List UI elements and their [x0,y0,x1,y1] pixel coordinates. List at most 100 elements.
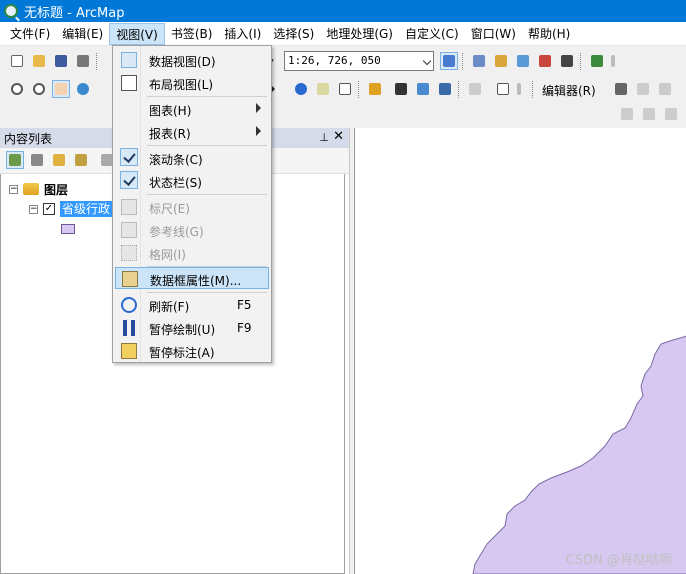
menu-item-pause-labeling[interactable]: 暂停标注(A) [115,340,269,362]
edit-tool-icon[interactable] [612,80,630,98]
province-polygon[interactable] [472,335,686,574]
identify-icon[interactable] [292,80,310,98]
modelbuilder-icon[interactable] [588,52,606,70]
menu-separator [147,145,267,146]
menu-insert[interactable]: 插入(I) [218,23,267,45]
submenu-arrow-icon [256,126,261,136]
checkmark-icon [120,171,138,189]
toolbar-options-icon[interactable] [514,80,524,98]
view-menu-dropdown: 数据视图(D) 布局视图(L) 图表(H) 报表(R) 滚动条(C) 状态栏(S… [112,45,272,363]
menu-item-graphs[interactable]: 图表(H) [115,98,269,120]
toolbar-separator [96,53,97,70]
pause-drawing-icon [123,320,135,336]
toc-title: 内容列表 [4,131,53,146]
toolbar-separator [580,53,581,70]
save-icon[interactable] [52,52,70,70]
map-scale-field[interactable]: 1:26, 726, 050 [284,51,434,71]
straight-segment-icon [656,80,674,98]
new-document-icon[interactable] [8,52,26,70]
menu-item-scrollbars[interactable]: 滚动条(C) [115,147,269,169]
list-by-selection-icon[interactable] [72,151,90,169]
title-bar: 无标题 - ArcMap [0,0,686,22]
create-viewer-window-icon[interactable] [494,80,512,98]
menu-item-grid: 格网(I) [115,242,269,264]
print-icon[interactable] [74,52,92,70]
collapse-toggle[interactable]: − [9,184,18,194]
menu-separator [147,292,267,293]
menu-item-guides: 参考线(G) [115,219,269,241]
data-frame-label[interactable]: 图层 [44,181,68,198]
grid-icon [121,245,137,261]
menu-file[interactable]: 文件(F) [4,23,56,45]
pan-hand-icon[interactable] [52,80,70,98]
menu-item-reports[interactable]: 报表(R) [115,121,269,143]
map-canvas[interactable] [355,128,686,574]
catalog-icon[interactable] [492,52,510,70]
find-route-icon[interactable] [414,80,432,98]
menu-item-layout-view[interactable]: 布局视图(L) [115,72,269,94]
menu-item-label: 暂停标注(A) [149,346,215,360]
layer-name[interactable]: 省级行政 [60,201,113,217]
watermark: CSDN @肖哒哒啊 [565,553,672,568]
menu-item-data-view[interactable]: 数据视图(D) [115,49,269,71]
data-view-icon [121,52,137,68]
close-icon[interactable]: ✕ [333,129,344,144]
list-by-source-icon[interactable] [28,151,46,169]
map-display[interactable]: CSDN @肖哒哒啊 [354,128,686,574]
layers-icon [23,183,39,195]
html-popup-icon[interactable] [336,80,354,98]
menu-help[interactable]: 帮助(H) [522,23,576,45]
time-slider-icon[interactable] [466,80,484,98]
layer-visibility-checkbox[interactable]: ✓ [43,203,55,215]
collapse-toggle[interactable]: − [29,204,38,214]
toolbar-options-icon[interactable] [608,52,618,70]
python-window-icon[interactable] [558,52,576,70]
menu-customize[interactable]: 自定义(C) [399,23,465,45]
menu-item-pause-drawing[interactable]: 暂停绘制(U) F9 [115,317,269,339]
tools-toolbar: 编辑器(R) [0,75,686,103]
menu-item-label: 参考线(G) [149,225,204,239]
zoom-out-icon[interactable] [30,80,48,98]
menu-view[interactable]: 视图(V) [109,22,165,45]
search-window-icon[interactable] [514,52,532,70]
editor-toolbar-icon[interactable] [440,52,458,70]
find-icon[interactable] [392,80,410,98]
menu-geoprocessing[interactable]: 地理处理(G) [320,23,399,45]
menu-item-status-bar[interactable]: 状态栏(S) [115,170,269,192]
menu-item-label: 状态栏(S) [149,176,202,190]
list-by-visibility-icon[interactable] [50,151,68,169]
go-to-xy-icon[interactable] [436,80,454,98]
snapping-icon [618,105,636,123]
menu-item-label: 数据框属性(M)... [150,274,242,288]
layout-view-icon [121,75,137,91]
editor-menu[interactable]: 编辑器(R) [542,82,596,99]
open-folder-icon[interactable] [30,52,48,70]
tree-row-layer[interactable]: − ✓ 省级行政 [29,200,113,218]
full-extent-icon[interactable] [74,80,92,98]
pin-icon[interactable]: ⊥ [319,131,329,144]
menu-bookmarks[interactable]: 书签(B) [165,23,219,45]
menu-item-label: 暂停绘制(U) [149,323,216,337]
menu-selection[interactable]: 选择(S) [267,23,320,45]
menu-item-label: 数据视图(D) [149,55,216,69]
checkmark-icon [120,148,138,166]
zoom-in-icon[interactable] [8,80,26,98]
menu-item-label: 报表(R) [149,127,191,141]
chevron-down-icon[interactable] [422,56,432,66]
menu-edit[interactable]: 编辑(E) [56,23,109,45]
legend-swatch[interactable] [61,224,75,234]
menu-item-refresh[interactable]: 刷新(F) F5 [115,294,269,316]
menu-item-label: 刷新(F) [149,300,190,314]
menu-separator [147,194,267,195]
menu-item-data-frame-properties[interactable]: 数据框属性(M)... [115,267,269,289]
measure-icon[interactable] [366,80,384,98]
hyperlink-icon[interactable] [314,80,332,98]
menu-separator [147,96,267,97]
menu-windows[interactable]: 窗口(W) [465,23,522,45]
tree-row-layers[interactable]: − 图层 [9,180,68,198]
list-by-drawing-order-icon[interactable] [6,151,24,169]
edit-annotation-icon [634,80,652,98]
menu-item-shortcut: F9 [237,321,252,335]
table-of-contents-icon[interactable] [470,52,488,70]
arctoolbox-icon[interactable] [536,52,554,70]
